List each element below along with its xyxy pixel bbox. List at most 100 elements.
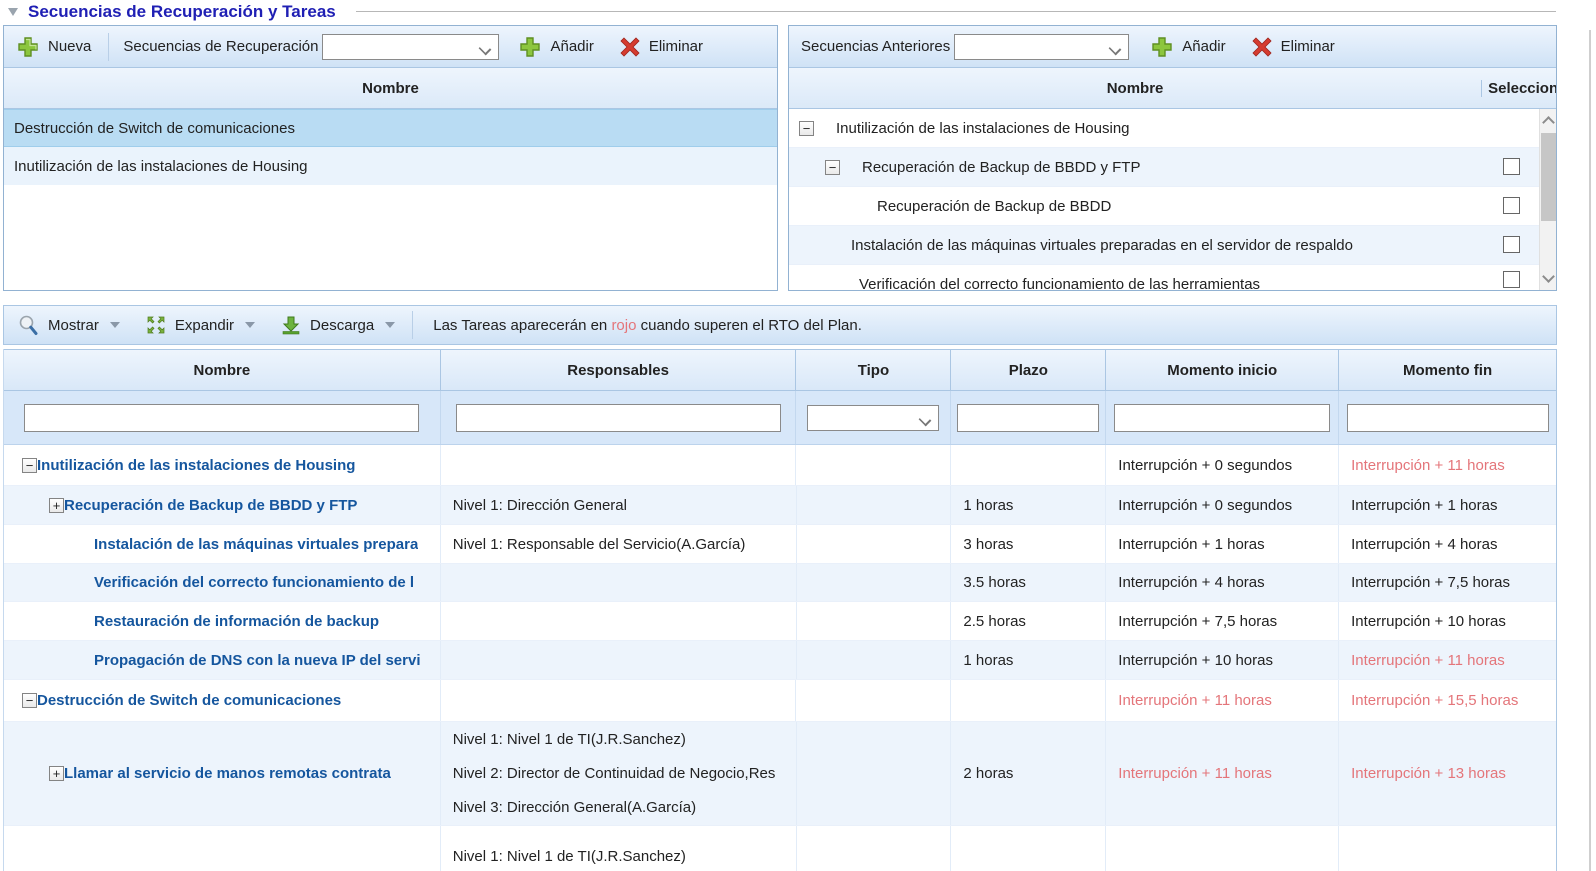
- recovery-sequences-select[interactable]: [322, 34, 499, 60]
- plazo-value: 3 horas: [963, 536, 1013, 553]
- task-row[interactable]: Restauración de información de backup 2.…: [4, 601, 1556, 640]
- select-checkbox[interactable]: [1503, 236, 1520, 253]
- search-icon: [17, 314, 39, 336]
- add-previous-button[interactable]: Añadir: [1151, 36, 1225, 58]
- tree-item-name: Recuperación de Backup de BBDD: [877, 198, 1111, 215]
- select-checkbox[interactable]: [1503, 158, 1520, 175]
- expand-icon[interactable]: +: [49, 498, 64, 513]
- column-header-nombre: Nombre: [4, 350, 441, 390]
- tasks-table-header: Nombre Responsables Tipo Plazo Momento i…: [4, 349, 1556, 391]
- toolbar-separator: [412, 311, 413, 339]
- recovery-sequences-toolbar: Nueva Secuencias de Recuperación Añadir …: [4, 26, 777, 68]
- sequence-row[interactable]: Inutilización de las instalaciones de Ho…: [4, 147, 777, 185]
- filter-nombre-input[interactable]: [24, 404, 419, 432]
- momento-fin-value: Interrupción + 4 horas: [1351, 536, 1497, 553]
- tree-row[interactable]: − Inutilización de las instalaciones de …: [789, 109, 1556, 147]
- delete-x-icon: [1252, 37, 1272, 57]
- momento-inicio-value: Interrupción + 4 horas: [1118, 574, 1264, 591]
- task-name: Recuperación de Backup de BBDD y FTP: [64, 497, 357, 514]
- sequence-name: Inutilización de las instalaciones de Ho…: [14, 158, 308, 175]
- task-row[interactable]: Verificación del correcto funcionamiento…: [4, 563, 1556, 601]
- column-header-tipo: Tipo: [796, 350, 951, 390]
- sequence-row[interactable]: Destrucción de Switch de comunicaciones: [4, 109, 777, 147]
- scroll-up-button[interactable]: [1540, 109, 1556, 131]
- task-row[interactable]: − Destrucción de Switch de comunicacione…: [4, 679, 1556, 721]
- scroll-down-icon: [1542, 270, 1555, 283]
- filter-tipo-select[interactable]: [807, 405, 939, 431]
- select-checkbox[interactable]: [1503, 271, 1520, 288]
- delete-previous-button[interactable]: Eliminar: [1252, 37, 1335, 57]
- task-row[interactable]: + Recuperación de Backup de BBDD y FTP N…: [4, 485, 1556, 524]
- rto-message-after: cuando superen el RTO del Plan.: [636, 317, 861, 334]
- scroll-down-button[interactable]: [1540, 268, 1556, 290]
- delete-sequence-button[interactable]: Eliminar: [620, 37, 703, 57]
- rto-message-before: Las Tareas aparecerán en: [433, 317, 611, 334]
- plazo-value: 1 horas: [963, 497, 1013, 514]
- task-row[interactable]: Nivel 1: Nivel 1 de TI(J.R.Sanchez): [4, 825, 1556, 871]
- task-name: Verificación del correcto funcionamiento…: [94, 574, 414, 591]
- previous-select-label: Secuencias Anteriores: [801, 38, 950, 55]
- tree-item-name: Inutilización de las instalaciones de Ho…: [836, 120, 1130, 137]
- scroll-up-icon: [1542, 116, 1555, 129]
- momento-fin-value: Interrupción + 1 horas: [1351, 497, 1497, 514]
- responsable-value: Nivel 3: Dirección General(A.García): [453, 791, 796, 825]
- section-collapse-icon[interactable]: [8, 8, 18, 16]
- momento-inicio-value: Interrupción + 10 horas: [1118, 652, 1273, 669]
- task-row[interactable]: + Llamar al servicio de manos remotas co…: [4, 721, 1556, 825]
- task-name: Inutilización de las instalaciones de Ho…: [37, 457, 355, 474]
- previous-sequences-tree: − Inutilización de las instalaciones de …: [789, 109, 1556, 290]
- responsable-value: Nivel 1: Nivel 1 de TI(J.R.Sanchez): [453, 723, 796, 757]
- dropdown-arrow-icon: [110, 322, 120, 328]
- collapse-icon[interactable]: −: [799, 121, 814, 136]
- vertical-scrollbar[interactable]: [1539, 109, 1556, 290]
- task-row[interactable]: Instalación de las máquinas virtuales pr…: [4, 524, 1556, 563]
- momento-inicio-value: Interrupción + 11 horas: [1118, 692, 1272, 709]
- plazo-value: 1 horas: [963, 652, 1013, 669]
- tasks-toolbar: Mostrar Expandir Descarga: [3, 305, 1557, 345]
- responsable-value: Nivel 1: Nivel 1 de TI(J.R.Sanchez): [453, 848, 686, 865]
- column-header-responsables: Responsables: [441, 350, 797, 390]
- add-previous-label: Añadir: [1182, 38, 1225, 55]
- collapse-icon[interactable]: −: [825, 160, 840, 175]
- mostrar-label: Mostrar: [48, 317, 99, 334]
- scrollbar-thumb[interactable]: [1541, 133, 1556, 221]
- delete-previous-label: Eliminar: [1281, 38, 1335, 55]
- tree-row[interactable]: − Recuperación de Backup de BBDD y FTP: [789, 147, 1556, 186]
- collapse-icon[interactable]: −: [22, 693, 37, 708]
- expand-icon[interactable]: +: [49, 766, 64, 781]
- previous-sequences-select[interactable]: [954, 34, 1129, 60]
- download-icon: [281, 315, 301, 335]
- tree-row[interactable]: Instalación de las máquinas virtuales pr…: [789, 225, 1556, 264]
- new-sequence-label: Nueva: [48, 38, 91, 55]
- tree-row[interactable]: Verificación del correcto funcionamiento…: [789, 264, 1556, 290]
- momento-fin-value: Interrupción + 13 horas: [1351, 765, 1506, 782]
- add-sequence-label: Añadir: [550, 38, 593, 55]
- tasks-table-body: − Inutilización de las instalaciones de …: [4, 445, 1556, 871]
- plazo-value: 3.5 horas: [963, 574, 1026, 591]
- task-row[interactable]: Propagación de DNS con la nueva IP del s…: [4, 640, 1556, 679]
- collapse-icon[interactable]: −: [22, 458, 37, 473]
- expandir-button[interactable]: Expandir: [146, 315, 255, 335]
- left-list-header: Nombre: [4, 68, 777, 109]
- toolbar-separator: [108, 33, 109, 61]
- tree-row[interactable]: Recuperación de Backup de BBDD: [789, 186, 1556, 225]
- task-row[interactable]: − Inutilización de las instalaciones de …: [4, 445, 1556, 485]
- momento-fin-value: Interrupción + 11 horas: [1351, 652, 1505, 669]
- new-sequence-button[interactable]: Nueva: [17, 36, 91, 58]
- task-name: Llamar al servicio de manos remotas cont…: [64, 765, 391, 782]
- filter-plazo-input[interactable]: [957, 404, 1099, 432]
- add-sequence-button[interactable]: Añadir: [519, 36, 593, 58]
- filter-momento-inicio-input[interactable]: [1114, 404, 1330, 432]
- delete-x-icon: [620, 37, 640, 57]
- rto-message: Las Tareas aparecerán en rojo cuando sup…: [433, 317, 862, 334]
- filter-momento-fin-input[interactable]: [1347, 404, 1549, 432]
- descarga-button[interactable]: Descarga: [281, 315, 395, 335]
- mostrar-button[interactable]: Mostrar: [17, 314, 120, 336]
- app-window: Secuencias de Recuperación y Tareas Nuev…: [0, 0, 1596, 871]
- momento-inicio-value: Interrupción + 0 segundos: [1118, 457, 1292, 474]
- right-list-header: Nombre Seleccionar: [789, 68, 1556, 109]
- select-checkbox[interactable]: [1503, 197, 1520, 214]
- column-header-momento-inicio: Momento inicio: [1106, 350, 1339, 390]
- filter-responsables-input[interactable]: [456, 404, 781, 432]
- sequence-name: Destrucción de Switch de comunicaciones: [14, 120, 295, 137]
